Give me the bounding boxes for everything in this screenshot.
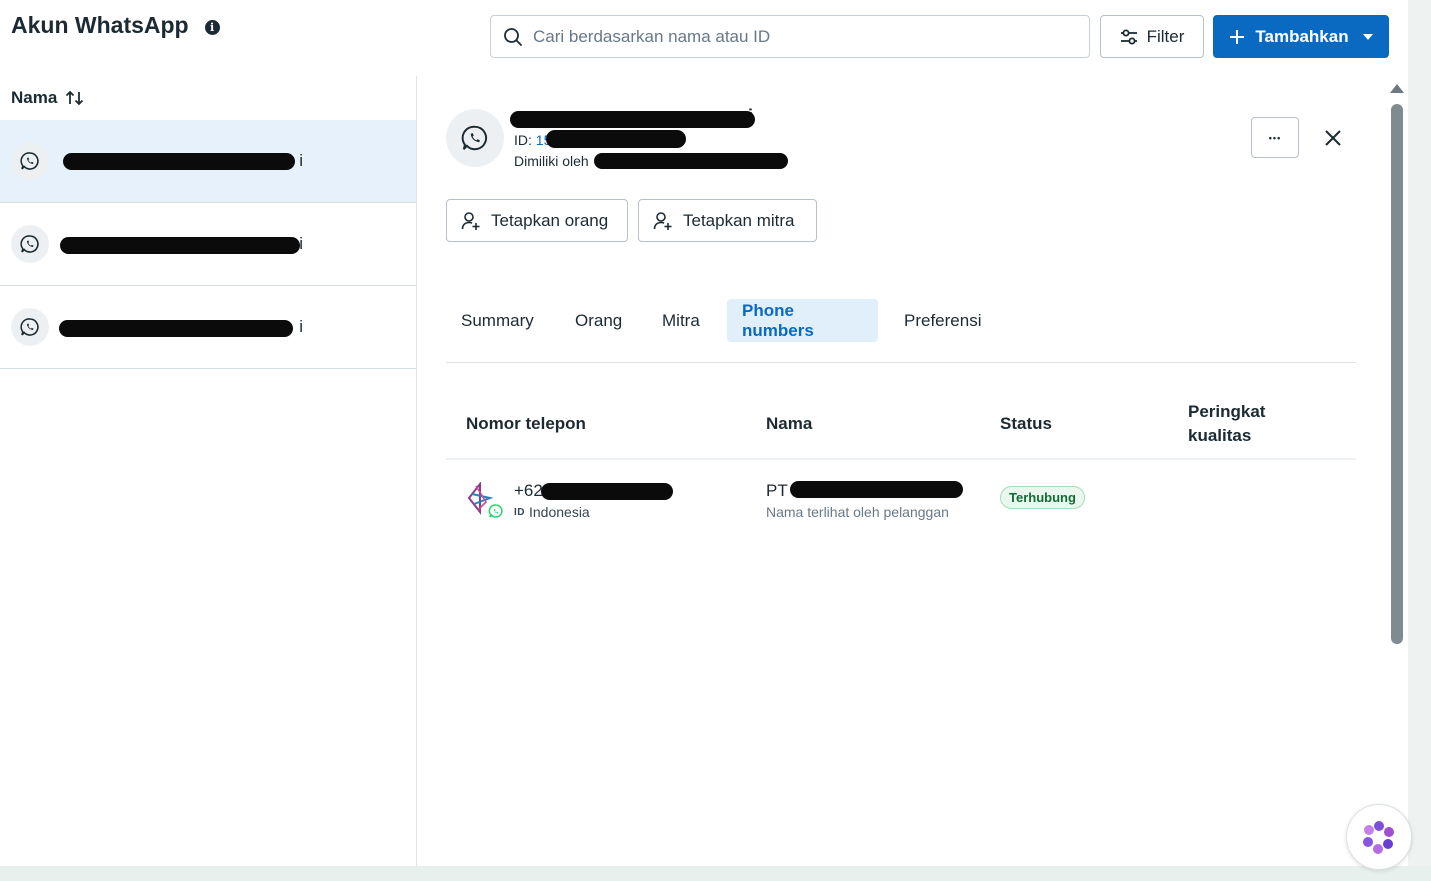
more-icon: ••• bbox=[1268, 132, 1282, 143]
column-header-quality-rating: Peringkat kualitas bbox=[1188, 402, 1266, 445]
assign-person-button[interactable]: Tetapkan orang bbox=[446, 199, 628, 242]
assistant-button[interactable] bbox=[1346, 804, 1412, 870]
country-name: Indonesia bbox=[529, 504, 590, 520]
close-icon bbox=[1324, 129, 1341, 146]
account-id: ID: 15 bbox=[514, 130, 686, 148]
tab-preferensi[interactable]: Preferensi bbox=[889, 299, 996, 342]
add-label: Tambahkan bbox=[1255, 26, 1349, 46]
table-header-divider bbox=[446, 458, 1356, 460]
display-name-caption: Nama terlihat oleh pelanggan bbox=[766, 504, 949, 520]
assign-partner-button[interactable]: Tetapkan mitra bbox=[638, 199, 817, 242]
page-title: Akun WhatsApp i bbox=[11, 12, 220, 39]
account-list-panel: Nama i i i bbox=[0, 76, 417, 866]
business-logo-icon bbox=[467, 482, 504, 519]
tab-summary[interactable]: Summary bbox=[446, 299, 549, 342]
status-badge: Terhubung bbox=[1000, 486, 1085, 509]
list-item[interactable]: i bbox=[0, 286, 416, 369]
page-bottom-edge bbox=[0, 866, 1431, 881]
sort-icon bbox=[66, 90, 84, 106]
page-right-edge bbox=[1408, 0, 1431, 881]
phone-country: ID Indonesia bbox=[514, 504, 590, 520]
info-icon[interactable]: i bbox=[204, 20, 220, 35]
search-box[interactable] bbox=[490, 15, 1090, 58]
tab-phone-numbers[interactable]: Phone numbers bbox=[727, 299, 878, 342]
account-name: i bbox=[510, 106, 760, 128]
sort-label: Nama bbox=[11, 88, 58, 107]
whatsapp-icon bbox=[446, 109, 504, 167]
assign-partner-label: Tetapkan mitra bbox=[683, 210, 795, 230]
plus-icon bbox=[1230, 29, 1245, 44]
phone-number: +62 bbox=[514, 481, 673, 501]
close-button[interactable] bbox=[1317, 122, 1348, 153]
whatsapp-icon bbox=[11, 308, 49, 346]
sort-by-name-button[interactable]: Nama bbox=[11, 88, 85, 108]
column-header-phone: Nomor telepon bbox=[466, 414, 586, 433]
filter-label: Filter bbox=[1146, 26, 1185, 46]
search-icon bbox=[504, 27, 522, 46]
display-name: PT bbox=[766, 481, 963, 501]
add-person-icon bbox=[653, 211, 672, 230]
list-item-label: i bbox=[59, 317, 303, 337]
filter-button[interactable]: Filter bbox=[1100, 15, 1204, 58]
tab-orang[interactable]: Orang bbox=[560, 299, 637, 342]
whatsapp-icon bbox=[11, 225, 49, 263]
chevron-down-icon bbox=[1362, 33, 1373, 40]
tab-bar: Summary Orang Mitra Phone numbers Prefer… bbox=[446, 299, 1356, 363]
list-item[interactable]: i bbox=[0, 203, 416, 286]
list-item-label: i bbox=[60, 234, 303, 254]
page-title-text: Akun WhatsApp bbox=[11, 12, 189, 38]
list-item[interactable]: i bbox=[0, 120, 416, 203]
more-options-button[interactable]: ••• bbox=[1251, 117, 1299, 158]
scroll-up-arrow-icon[interactable] bbox=[1390, 84, 1404, 93]
add-button[interactable]: Tambahkan bbox=[1213, 15, 1389, 58]
search-input[interactable] bbox=[533, 26, 1053, 47]
add-person-icon bbox=[461, 211, 480, 230]
assign-person-label: Tetapkan orang bbox=[491, 210, 609, 230]
column-header-name: Nama bbox=[766, 414, 813, 433]
assistant-flower-icon bbox=[1363, 821, 1394, 854]
country-code: ID bbox=[514, 506, 525, 518]
whatsapp-icon bbox=[11, 142, 49, 180]
account-owner: Dimiliki oleh bbox=[514, 153, 788, 169]
column-header-status: Status bbox=[1000, 414, 1052, 433]
tab-mitra[interactable]: Mitra bbox=[647, 299, 715, 342]
list-item-label: i bbox=[63, 151, 303, 171]
sliders-icon bbox=[1120, 29, 1137, 44]
scrollbar-thumb[interactable] bbox=[1391, 104, 1403, 644]
